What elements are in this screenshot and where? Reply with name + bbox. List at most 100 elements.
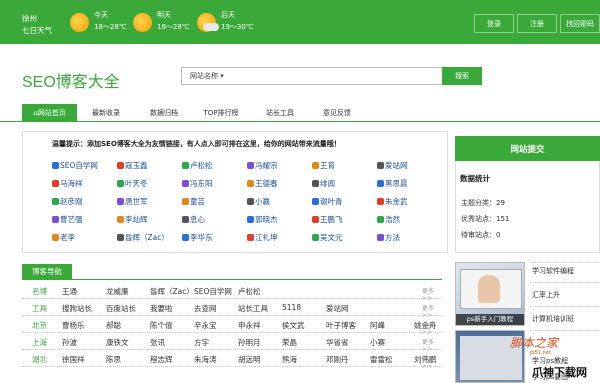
blog-nav-category[interactable]: 上海: [32, 337, 47, 348]
blog-nav-link[interactable]: 阿峰: [370, 320, 385, 331]
site-favicon-icon: [52, 234, 59, 241]
blog-nav-link[interactable]: 曹杨乐: [62, 320, 85, 331]
blog-nav-link[interactable]: 陈思: [106, 354, 121, 365]
friend-link[interactable]: 冯东阳: [182, 178, 213, 189]
blog-nav-link[interactable]: 去查网: [194, 303, 217, 314]
city-weather[interactable]: 徐州 七日天气: [22, 13, 52, 37]
blog-nav-category[interactable]: 湖北: [32, 354, 47, 365]
friend-link[interactable]: 小嬴: [247, 196, 270, 207]
friend-link[interactable]: 曹艺强: [52, 214, 83, 225]
recover-password-button[interactable]: 找回密码: [560, 14, 600, 33]
blog-nav-link[interactable]: 徐国祥: [62, 354, 85, 365]
friend-link[interactable]: 郭晓杰: [247, 214, 278, 225]
site-favicon-icon: [182, 216, 189, 223]
search-button[interactable]: 搜索: [442, 67, 482, 85]
blog-nav-link[interactable]: 卢松松: [238, 286, 261, 297]
more-link[interactable]: 更多>>: [422, 354, 442, 370]
right-link[interactable]: 学习软件编程: [532, 266, 574, 276]
right-link[interactable]: 汇率上升: [532, 290, 560, 300]
watermark-jb51-url: jb51.net: [530, 350, 551, 356]
nav-home[interactable]: ⌂ 网站首页: [22, 104, 77, 121]
blog-nav-link[interactable]: 熊海: [282, 354, 297, 365]
friend-link[interactable]: 李华东: [182, 232, 213, 243]
friend-link[interactable]: 谢叶青: [312, 196, 343, 207]
blog-nav-link[interactable]: 站长工具: [238, 303, 268, 314]
friend-link-label: 李华东: [190, 233, 213, 242]
friend-link[interactable]: 马海祥: [52, 178, 83, 189]
blog-nav-link[interactable]: 昝辉（Zac）: [150, 286, 194, 297]
nav-latest[interactable]: 最新收录: [82, 104, 130, 121]
friend-link[interactable]: 王育: [312, 160, 335, 171]
thumb-ps-tutorial[interactable]: ps新手入门教程: [455, 262, 525, 326]
blog-nav-link[interactable]: SEO自学网: [194, 286, 232, 297]
friend-link[interactable]: 王鹏飞: [312, 214, 343, 225]
blog-nav-link[interactable]: 方宇: [194, 337, 209, 348]
search-scope-select[interactable]: 网站名称 ▾: [190, 71, 224, 81]
friend-link[interactable]: 昝辉（Zac）: [117, 232, 169, 243]
blog-nav-link[interactable]: 邓刚丹: [326, 354, 349, 365]
blog-nav-category[interactable]: 工具: [32, 303, 47, 314]
friend-link[interactable]: 江礼坤: [247, 232, 278, 243]
blog-nav-link[interactable]: 申永祥: [238, 320, 261, 331]
friend-link[interactable]: 冯耀宗: [247, 160, 278, 171]
site-favicon-icon: [247, 216, 254, 223]
blog-nav-link[interactable]: 孙明月: [238, 337, 261, 348]
nav-top[interactable]: TOP排行榜: [196, 104, 246, 121]
friend-link[interactable]: 黑思晨: [377, 178, 408, 189]
blog-nav-link[interactable]: 辛永宝: [194, 320, 217, 331]
blog-nav-link[interactable]: 康铁文: [106, 337, 129, 348]
site-favicon-icon: [182, 234, 189, 241]
friend-link[interactable]: 李灿辉: [117, 214, 148, 225]
blog-nav-link[interactable]: 叶子博客: [326, 320, 356, 331]
register-button[interactable]: 注册: [517, 14, 557, 33]
blog-nav-link[interactable]: 龙威廉: [106, 286, 129, 297]
friend-link[interactable]: 朱金武: [377, 196, 408, 207]
temp-label: 19～30℃: [221, 23, 254, 31]
nav-archive[interactable]: 数据归档: [140, 104, 188, 121]
blog-nav-link[interactable]: 朱海涛: [194, 354, 217, 365]
friend-link[interactable]: 唐世军: [117, 196, 148, 207]
friend-link[interactable]: SEO自学网: [52, 160, 98, 171]
blog-nav-link[interactable]: 荣晶: [282, 337, 297, 348]
friend-link[interactable]: 息心: [182, 214, 205, 225]
blog-nav-link[interactable]: 孙波: [62, 337, 77, 348]
submit-site-button[interactable]: 网站提交: [455, 136, 600, 161]
site-logo[interactable]: SEO博客大全: [22, 68, 120, 92]
nav-feedback[interactable]: 意见反馈: [313, 104, 361, 121]
blog-nav-link[interactable]: 搜狗站长: [62, 303, 92, 314]
friend-link[interactable]: 老李: [52, 232, 75, 243]
friend-link[interactable]: 爱站网: [377, 160, 408, 171]
blog-nav-link[interactable]: 张讯: [150, 337, 165, 348]
friend-link[interactable]: 王德春: [247, 178, 278, 189]
blog-nav-link[interactable]: 陈个僖: [150, 320, 173, 331]
blog-nav-link[interactable]: 雷雷松: [370, 354, 393, 365]
blog-nav-category[interactable]: 北京: [32, 320, 47, 331]
blog-nav-link[interactable]: 华省省: [326, 337, 349, 348]
blog-nav-link[interactable]: 小赛: [370, 337, 385, 348]
search-input[interactable]: 网站名称 ▾: [181, 67, 443, 85]
blog-nav-link[interactable]: 5118: [282, 303, 301, 312]
blog-nav-link[interactable]: 程志辉: [150, 354, 173, 365]
nav-tools[interactable]: 站长工具: [256, 104, 304, 121]
friend-link[interactable]: 方法: [377, 232, 400, 243]
blog-nav-link[interactable]: 我要啦: [150, 303, 173, 314]
login-button[interactable]: 登录: [474, 14, 514, 33]
blog-nav-link[interactable]: 爱站网: [326, 303, 349, 314]
friend-link[interactable]: 叶天冬: [117, 178, 148, 189]
friend-link[interactable]: 童芸: [182, 196, 205, 207]
blog-nav-link[interactable]: 百度站长: [106, 303, 136, 314]
friend-link[interactable]: 浩然: [377, 214, 400, 225]
friend-link[interactable]: 绯闻: [312, 178, 335, 189]
blog-nav-link[interactable]: 王通: [62, 286, 77, 297]
blog-nav-category[interactable]: 名博: [32, 286, 47, 297]
right-link[interactable]: 计算机培训班: [532, 314, 574, 324]
blog-nav-link[interactable]: 胡远明: [238, 354, 261, 365]
friend-link[interactable]: 卢松松: [182, 160, 213, 171]
blog-nav-link[interactable]: 郝聪: [106, 320, 121, 331]
friend-link[interactable]: 吴文元: [312, 232, 343, 243]
friend-link-label: 王育: [320, 161, 335, 170]
blog-nav-row: 名博 王通 龙威廉 昝辉（Zac） SEO自学网 卢松松 更多>>: [22, 282, 442, 302]
friend-link[interactable]: 寇玉鑫: [117, 160, 148, 171]
blog-nav-link[interactable]: 侯文武: [282, 320, 305, 331]
friend-link[interactable]: 赵彦刚: [52, 196, 83, 207]
